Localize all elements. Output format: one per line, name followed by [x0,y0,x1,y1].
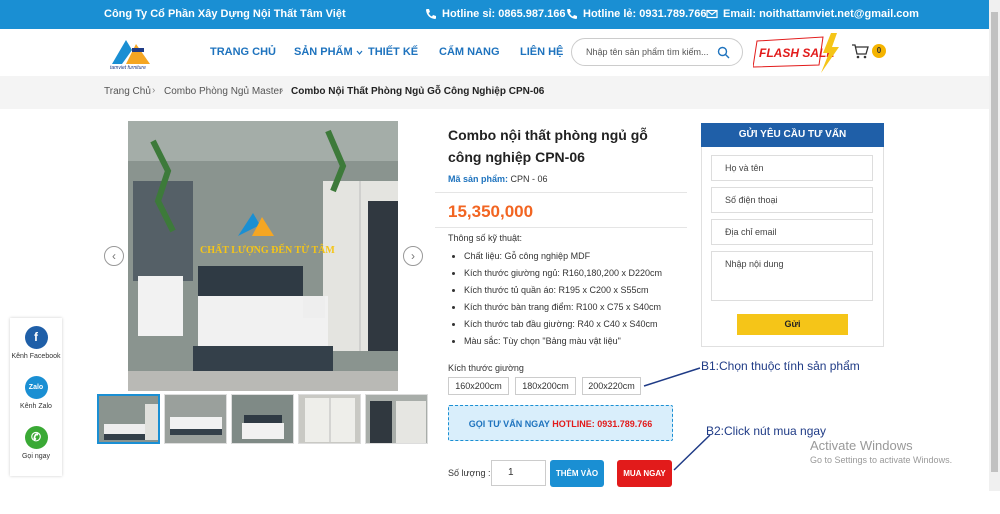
product-sku: Mã sản phẩm: CPN - 06 [448,174,548,184]
thumbnail-5[interactable] [365,394,428,444]
call-now-link[interactable]: ✆ Gọi ngay [10,426,62,460]
email-text: Email: noithattamviet.net@gmail.com [723,8,919,20]
hotline-wholesale-text: Hotline sỉ: 0865.987.166 [442,8,566,20]
nav-products[interactable]: SẢN PHẨM [294,46,363,58]
thumbnail-image [366,395,427,443]
windows-activation-title: Activate Windows [810,438,913,453]
nav-contact-label: LIÊN HỆ [520,46,564,58]
hotline-retail[interactable]: Hotline lẻ: 0931.789.766 [566,8,707,20]
name-field[interactable]: Họ và tên [711,155,873,181]
message-field[interactable]: Nhập nội dung [711,251,873,301]
facebook-label: Kênh Facebook [11,353,61,360]
nav-handbook-label: CẨM NANG [439,46,500,58]
thumbnail-1[interactable] [97,394,160,444]
add-to-cart-button[interactable]: THÊM VÀO GIỎ [550,460,604,505]
thumbnail-image [99,396,158,442]
top-bar: Công Ty Cổ Phần Xây Dựng Nội Thất Tâm Vi… [0,0,989,29]
phone-icon: ✆ [24,426,48,449]
product-main-image[interactable]: CHẤT LƯỢNG ĐẾN TỪ TÂM [128,121,398,391]
search-input[interactable]: Nhập tên sản phẩm tìm kiếm... [571,38,743,66]
spec-item: Kích thước bàn trang điểm: R100 x C75 x … [464,299,662,316]
call-now-label: Gọi ngay [21,453,51,460]
windows-activation-subtitle: Go to Settings to activate Windows. [810,455,953,465]
hotline-retail-text: Hotline lẻ: 0931.789.766 [583,8,707,20]
prev-image-button[interactable]: ‹ [104,246,124,266]
breadcrumb-separator-icon: › [152,85,156,96]
company-name: Công Ty Cổ Phần Xây Dựng Nội Thất Tâm Vi… [104,8,346,20]
divider [435,227,687,228]
thumbnail-4[interactable] [298,394,361,444]
nav-products-label: SẢN PHẨM [294,46,353,58]
phone-icon [426,9,436,19]
facebook-link[interactable]: f Kênh Facebook [10,326,62,360]
cart-count-badge: 0 [872,44,886,58]
annotation-step1: B1:Chọn thuộc tính sản phẩm [701,359,860,373]
breadcrumb-home[interactable]: Trang Chủ [104,86,151,97]
submit-button[interactable]: Gửi [737,314,848,335]
sku-value: CPN - 06 [510,174,548,184]
spec-item: Kích thước tủ quần áo: R195 x C200 x S55… [464,282,662,299]
mail-icon [706,9,718,19]
flash-sale-banner[interactable]: FLASH SALE [753,33,843,73]
scrollbar-thumb[interactable] [991,12,998,472]
thumbnail-image [165,395,226,443]
size-option-180x200[interactable]: 180x200cm [515,377,576,395]
thumbnail-3[interactable] [231,394,294,444]
search-icon[interactable] [717,46,730,59]
bedroom-photo: CHẤT LƯỢNG ĐẾN TỪ TÂM [128,121,398,391]
zalo-icon: Zalo [24,376,48,399]
next-image-button[interactable]: › [403,246,423,266]
phone-field[interactable]: Số điện thoại [711,187,873,213]
email-field[interactable]: Địa chỉ email [711,219,873,245]
phone-icon [567,9,577,19]
spec-item: Kích thước tab đầu giường: R40 x C40 x S… [464,316,662,333]
product-title: Combo nội thất phòng ngủ gỗ công nghiệp … [448,127,648,165]
annotation-step2: B2:Click nút mua ngay [706,424,827,438]
breadcrumb-separator-icon: › [280,85,284,96]
spec-item: Chất liệu: Gỗ công nghiệp MDF [464,248,662,265]
cart-icon[interactable] [851,43,869,59]
size-label: Kích thước giường [448,363,524,373]
spec-item: Kích thước giường ngủ: R160,180,200 x D2… [464,265,662,282]
zalo-label: Kênh Zalo [20,403,52,410]
quantity-input[interactable]: 1 [491,460,546,486]
breadcrumb-category[interactable]: Combo Phòng Ngủ Master [164,86,282,97]
consult-form-title: GỬI YÊU CẦU TƯ VẤN [701,123,884,147]
facebook-icon: f [24,326,48,349]
thumbnail-image [299,395,360,443]
chevron-down-icon [356,50,363,55]
sku-label: Mã sản phẩm: [448,174,509,184]
image-overlay-text: CHẤT LƯỢNG ĐẾN TỪ TÂM [200,243,335,256]
nav-design[interactable]: THIẾT KẾ [368,46,418,58]
nav-design-label: THIẾT KẾ [368,46,419,58]
thumbnail-image [232,395,293,443]
nav-contact[interactable]: LIÊN HỆ [520,46,563,58]
breadcrumb-current: Combo Nội Thất Phòng Ngủ Gỗ Công Nghiệp … [291,86,545,97]
breadcrumb: Trang Chủ › Combo Phòng Ngủ Master › Com… [0,76,989,109]
search-placeholder: Nhập tên sản phẩm tìm kiếm... [586,47,709,57]
logo[interactable]: tamviet furniture [108,34,156,74]
logo-text: tamviet furniture [110,65,146,71]
nav-handbook[interactable]: CẨM NANG [439,46,500,58]
product-price: 15,350,000 [448,202,534,221]
call-text: GỌI TƯ VẤN NGAY [468,419,550,429]
annotation-arrows [643,367,711,471]
size-option-160x200[interactable]: 160x200cm [448,377,509,395]
zalo-link[interactable]: Zalo Kênh Zalo [10,376,62,410]
email-link[interactable]: Email: noithattamviet.net@gmail.com [706,8,919,20]
product-specs: Thông số kỹ thuật: Chất liệu: Gỗ công ng… [448,233,662,350]
quantity-label: Số lượng : [448,468,491,478]
hotline-wholesale[interactable]: Hotline sỉ: 0865.987.166 [425,8,566,20]
thumbnail-2[interactable] [164,394,227,444]
divider [435,192,687,193]
size-option-200x220[interactable]: 200x220cm [582,377,641,395]
spec-item: Màu sắc: Tùy chọn "Bảng màu vật liệu" [464,333,662,350]
specs-title: Thông số kỹ thuật: [448,233,523,243]
nav-home-label: TRANG CHỦ [210,46,276,58]
call-hotline: HOTLINE: 0931.789.766 [552,419,653,429]
nav-home[interactable]: TRANG CHỦ [210,46,276,58]
header: tamviet furniture TRANG CHỦ SẢN PHẨM THI… [0,29,989,76]
